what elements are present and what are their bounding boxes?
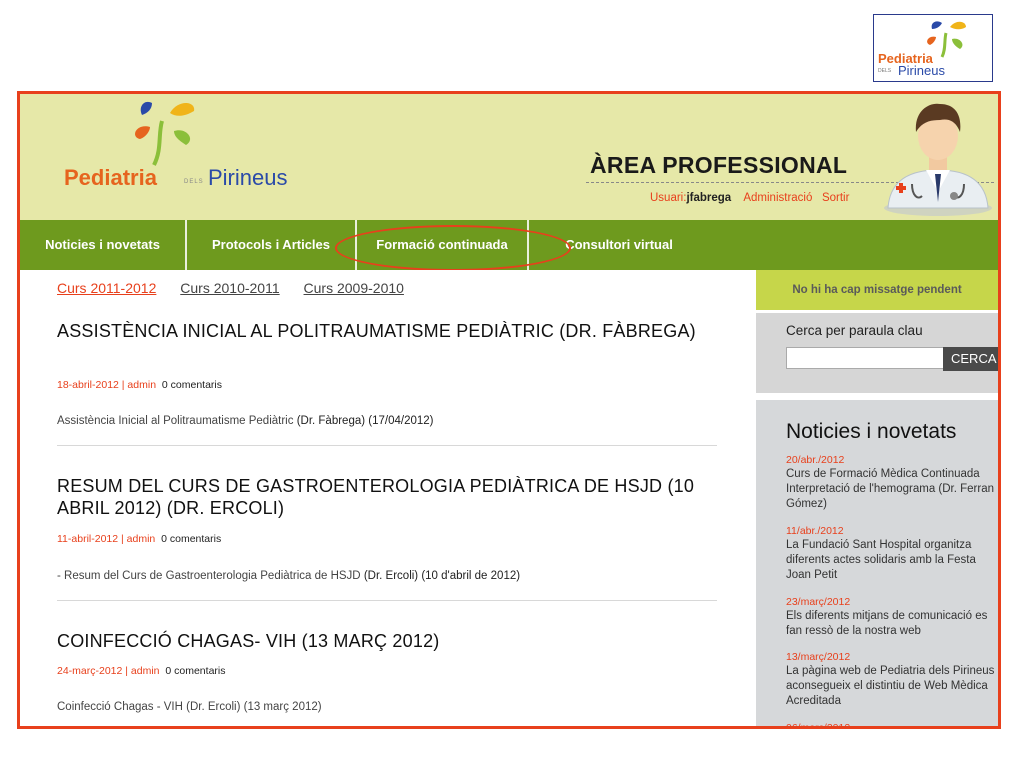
post-excerpt-text: - Resum del Curs de Gastroenterologia Pe… <box>57 570 361 582</box>
corner-logo-text-brand: Pirineus <box>898 63 945 78</box>
search-label: Cerca per paraula clau <box>786 323 923 338</box>
news-box: Noticies i novetats 20/abr./2012 Curs de… <box>756 400 998 729</box>
post-comments[interactable]: 0 comentaris <box>165 665 225 677</box>
post-title[interactable]: RESUM DEL CURS DE GASTROENTEROLOGIA PEDI… <box>57 475 717 519</box>
post-excerpt: Coinfecció Chagas - VIH (Dr. Ercoli) (13… <box>57 701 322 713</box>
logout-link[interactable]: Sortir <box>822 192 849 204</box>
search-input[interactable] <box>786 347 944 369</box>
post-excerpt-text: Assistència Inicial al Politraumatisme P… <box>57 415 294 427</box>
news-item[interactable]: 06/març/2012 <box>786 721 998 729</box>
post-excerpt: Assistència Inicial al Politraumatisme P… <box>57 415 433 427</box>
post-date-author[interactable]: 24-març-2012 | admin <box>57 665 160 677</box>
news-item[interactable]: 11/abr./2012 La Fundació Sant Hospital o… <box>786 524 998 583</box>
logo-text-small: DELS <box>184 179 204 185</box>
post-meta: 18-abril-2012 | admin 0 comentaris <box>57 379 222 391</box>
user-name: jfabrega <box>686 192 732 204</box>
main-nav: Noticies i novetats Protocols i Articles… <box>20 220 998 270</box>
news-item[interactable]: 23/març/2012 Els diferents mitjans de co… <box>786 595 998 639</box>
post-title[interactable]: COINFECCIÓ CHAGAS- VIH (13 MARÇ 2012) <box>57 630 717 652</box>
news-date: 23/març/2012 <box>786 596 851 608</box>
news-text[interactable]: Els diferents mitjans de comunicació es … <box>786 609 998 639</box>
user-label: Usuari: <box>650 192 687 204</box>
news-item[interactable]: 20/abr./2012 Curs de Formació Mèdica Con… <box>786 453 998 512</box>
nav-item-protocols[interactable]: Protocols i Articles <box>187 220 355 270</box>
post-excerpt-author: (Dr. Fàbrega) (17/04/2012) <box>296 415 434 427</box>
news-date: 13/març/2012 <box>786 651 851 663</box>
nav-item-consultori[interactable]: Consultori virtual <box>529 220 709 270</box>
sidebar: No hi ha cap missatge pendent Cerca per … <box>756 270 998 729</box>
nav-item-noticies[interactable]: Noticies i novetats <box>20 220 185 270</box>
news-item[interactable]: 13/març/2012 La pàgina web de Pediatria … <box>786 650 998 709</box>
area-title: ÀREA PROFESSIONAL <box>590 152 848 178</box>
post-date-author[interactable]: 18-abril-2012 | admin <box>57 379 156 391</box>
post-excerpt-author: (Dr. Ercoli) (10 d'abril de 2012) <box>363 570 521 582</box>
news-text[interactable]: La Fundació Sant Hospital organitza dife… <box>786 538 998 583</box>
site-header: Pediatria DELS Pirineus ÀREA PROFESSIONA… <box>20 94 998 220</box>
main-content: Curs 2011-2012 Curs 2010-2011 Curs 2009-… <box>20 270 756 726</box>
nav-item-formacio[interactable]: Formació continuada <box>357 220 527 270</box>
corner-logo-text-small: DELS <box>878 68 892 74</box>
doctor-avatar-icon <box>884 103 992 216</box>
tab-curs-2010-2011[interactable]: Curs 2010-2011 <box>180 280 279 296</box>
post-divider <box>57 600 717 601</box>
news-date: 11/abr./2012 <box>786 525 844 537</box>
news-date: 20/abr./2012 <box>786 454 845 466</box>
news-text[interactable]: Curs de Formació Mèdica Continuada Inter… <box>786 467 998 512</box>
user-bar: Usuari:jfabrega Administració Sortir <box>650 192 849 204</box>
post-date-author[interactable]: 11-abril-2012 | admin <box>57 533 155 545</box>
tab-curs-2009-2010[interactable]: Curs 2009-2010 <box>304 280 404 296</box>
page-frame: Pediatria DELS Pirineus ÀREA PROFESSIONA… <box>17 91 1001 729</box>
post-excerpt-text: Coinfecció Chagas - VIH (Dr. Ercoli) (13… <box>57 701 322 713</box>
post-meta: 24-març-2012 | admin 0 comentaris <box>57 665 225 677</box>
logo-text-main: Pediatria <box>64 165 157 190</box>
site-logo[interactable]: Pediatria DELS Pirineus <box>60 99 320 209</box>
post-comments[interactable]: 0 comentaris <box>161 533 221 545</box>
logo-text-brand: Pirineus <box>208 165 288 190</box>
post-comments[interactable]: 0 comentaris <box>162 379 222 391</box>
news-text[interactable]: La pàgina web de Pediatria dels Pirineus… <box>786 664 998 709</box>
search-button[interactable]: CERCA <box>943 347 998 371</box>
news-title: Noticies i novetats <box>786 420 957 443</box>
course-tabs: Curs 2011-2012 Curs 2010-2011 Curs 2009-… <box>57 280 424 296</box>
tab-curs-2011-2012[interactable]: Curs 2011-2012 <box>57 280 156 296</box>
post-title[interactable]: ASSISTÈNCIA INICIAL AL POLITRAUMATISME P… <box>57 320 717 342</box>
admin-link[interactable]: Administració <box>743 192 812 204</box>
post-excerpt: - Resum del Curs de Gastroenterologia Pe… <box>57 570 520 582</box>
post-meta: 11-abril-2012 | admin 0 comentaris <box>57 533 221 545</box>
search-box: Cerca per paraula clau CERCA <box>756 313 998 393</box>
flower-logo-icon <box>135 101 195 166</box>
news-date: 06/març/2012 <box>786 722 851 729</box>
corner-logo: Pediatria DELS Pirineus <box>873 14 993 82</box>
message-status: No hi ha cap missatge pendent <box>756 270 998 310</box>
post-divider <box>57 445 717 446</box>
